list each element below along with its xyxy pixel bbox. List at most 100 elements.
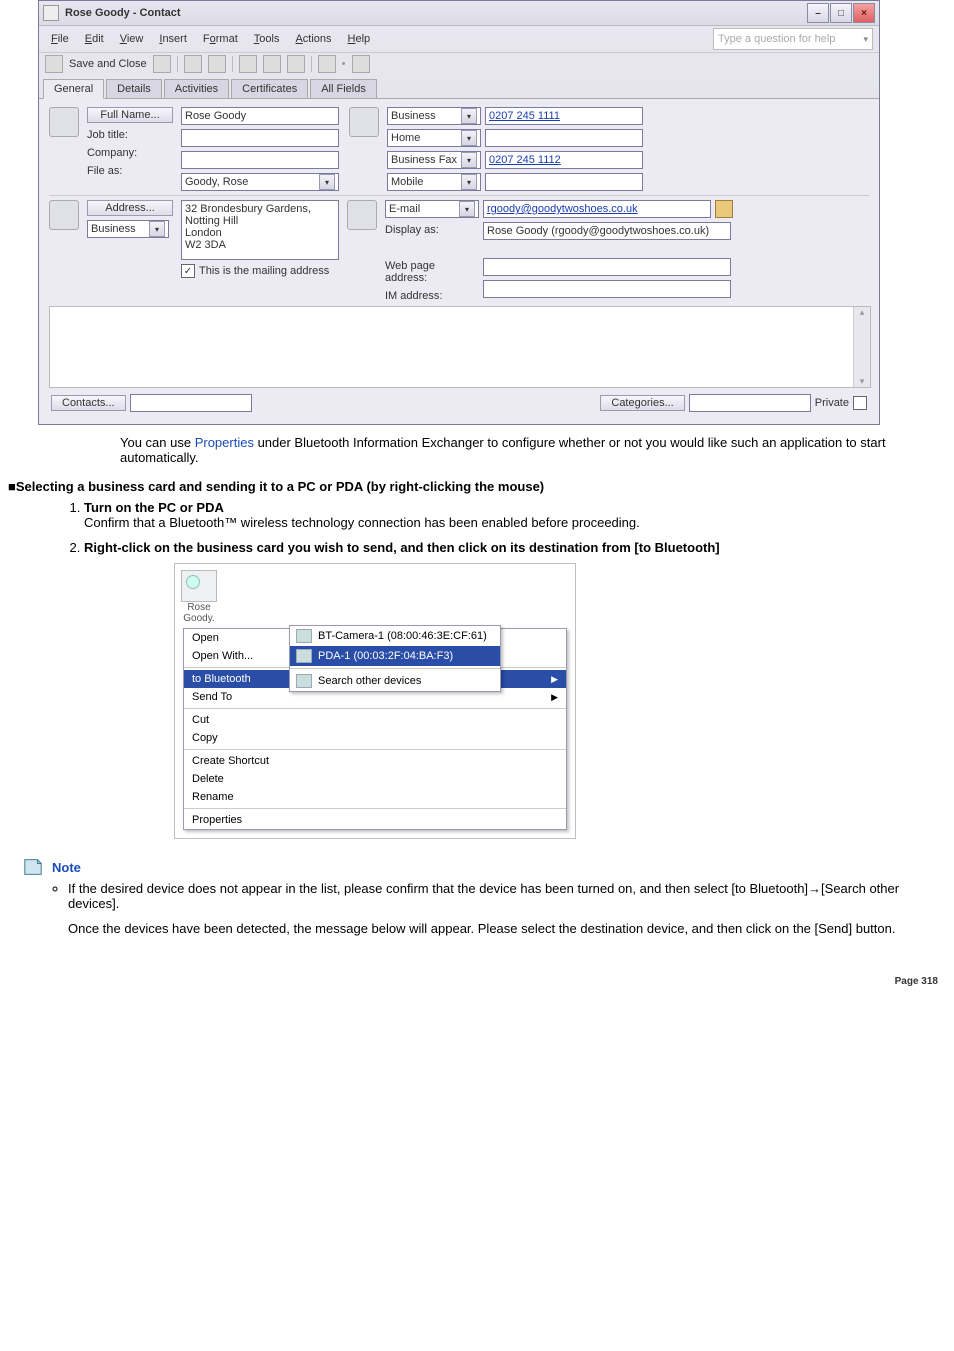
contact-head-icon [49, 107, 79, 137]
note-icon [22, 857, 44, 877]
print-icon[interactable] [184, 55, 202, 73]
phone3-type[interactable]: Business Fax▾ [387, 151, 481, 169]
mobile-phone-input[interactable] [485, 173, 643, 191]
menu-actions[interactable]: Actions [289, 31, 337, 47]
toolbar: Save and Close • [39, 52, 879, 75]
scrollbar[interactable]: ▴▾ [853, 307, 870, 387]
home-phone-input[interactable] [485, 129, 643, 147]
company-input[interactable] [181, 151, 339, 169]
dropdown-icon[interactable] [287, 55, 305, 73]
next-icon[interactable] [352, 55, 370, 73]
ctx-delete[interactable]: Delete [184, 770, 566, 788]
phone4-type[interactable]: Mobile▾ [387, 173, 481, 191]
menu-help[interactable]: Help [342, 31, 377, 47]
properties-link[interactable]: Properties [195, 435, 254, 450]
flag-icon[interactable] [239, 55, 257, 73]
bizfax-phone-input[interactable]: 0207 245 1112 [485, 151, 643, 169]
phone-icon [349, 107, 379, 137]
address-type-select[interactable]: Business▾ [87, 220, 169, 238]
prev-icon[interactable] [318, 55, 336, 73]
minimize-button[interactable]: – [807, 3, 829, 23]
email-type[interactable]: E-mail▾ [385, 200, 479, 218]
fileas-select[interactable]: Goody, Rose▾ [181, 173, 339, 191]
titlebar: Rose Goody - Contact – □ × [39, 1, 879, 26]
step-list: Turn on the PC or PDA Confirm that a Blu… [64, 500, 946, 839]
menu-tools[interactable]: Tools [248, 31, 286, 47]
web-input[interactable] [483, 258, 731, 276]
private-checkbox[interactable] [853, 396, 867, 410]
private-label: Private [815, 397, 849, 409]
save-button[interactable] [153, 55, 171, 73]
close-button[interactable]: × [853, 3, 875, 23]
fullname-button[interactable]: Full Name... [87, 107, 173, 123]
business-phone-input[interactable]: 0207 245 1111 [485, 107, 643, 125]
menu-file[interactable]: File [45, 31, 75, 47]
ctx-cut[interactable]: Cut [184, 711, 566, 729]
phone1-type[interactable]: Business▾ [387, 107, 481, 125]
tab-bar: General Details Activities Certificates … [39, 75, 879, 99]
menu-edit[interactable]: Edit [79, 31, 110, 47]
contacts-button[interactable]: Contacts... [51, 395, 126, 411]
menu-insert[interactable]: Insert [153, 31, 193, 47]
web-label: Web page address: [385, 258, 465, 284]
step1-text: Confirm that a Bluetooth™ wireless techn… [84, 515, 946, 530]
fileas-label: File as: [87, 163, 167, 177]
nav-icon[interactable] [263, 55, 281, 73]
vcard-icon: Rose Goody. [181, 570, 217, 624]
note-item-1b: Once the devices have been detected, the… [68, 921, 946, 936]
jobtitle-input[interactable] [181, 129, 339, 147]
email-input[interactable]: rgoody@goodytwoshoes.co.uk [483, 200, 711, 218]
mailing-checkbox[interactable]: ✓ This is the mailing address [181, 264, 339, 278]
addressbook-icon[interactable] [715, 200, 733, 218]
contact-window: Rose Goody - Contact – □ × File Edit Vie… [38, 0, 880, 425]
page-footer: Page 318 [8, 976, 946, 987]
pda-icon [296, 649, 312, 663]
im-label: IM address: [385, 288, 465, 302]
contacts-input[interactable] [130, 394, 252, 412]
notes-textarea[interactable]: ▴▾ [49, 306, 871, 388]
tab-allfields[interactable]: All Fields [310, 79, 377, 98]
address-button[interactable]: Address... [87, 200, 173, 216]
ctx-shortcut[interactable]: Create Shortcut [184, 752, 566, 770]
ctx-copy[interactable]: Copy [184, 729, 566, 747]
fullname-input[interactable]: Rose Goody [181, 107, 339, 125]
ctx-properties[interactable]: Properties [184, 811, 566, 829]
company-label: Company: [87, 145, 167, 159]
categories-button[interactable]: Categories... [600, 395, 684, 411]
submenu-dev1[interactable]: BT-Camera-1 (08:00:46:3E:CF:61) [290, 626, 500, 646]
maximize-button[interactable]: □ [830, 3, 852, 23]
displayas-input[interactable]: Rose Goody (rgoody@goodytwoshoes.co.uk) [483, 222, 731, 240]
menubar: File Edit View Insert Format Tools Actio… [39, 26, 879, 52]
menu-format[interactable]: Format [197, 31, 244, 47]
tab-certificates[interactable]: Certificates [231, 79, 308, 98]
note-label: Note [52, 860, 81, 875]
bluetooth-submenu: BT-Camera-1 (08:00:46:3E:CF:61) PDA-1 (0… [289, 625, 501, 692]
section-heading: ■Selecting a business card and sending i… [8, 479, 946, 494]
paragraph-properties: You can use Properties under Bluetooth I… [120, 435, 940, 465]
email-icon [347, 200, 377, 230]
menu-view[interactable]: View [114, 31, 150, 47]
submenu-search[interactable]: Search other devices [290, 671, 500, 691]
tab-activities[interactable]: Activities [164, 79, 229, 98]
tab-general[interactable]: General [43, 79, 104, 99]
save-close-button[interactable]: Save and Close [69, 58, 147, 70]
search-icon [296, 674, 312, 688]
displayas-label: Display as: [385, 222, 465, 236]
help-search-input[interactable]: Type a question for help▾ [713, 28, 873, 50]
note-item-1: If the desired device does not appear in… [68, 881, 946, 936]
save-icon[interactable] [45, 55, 63, 73]
step-2: Right-click on the business card you wis… [84, 540, 946, 839]
im-input[interactable] [483, 280, 731, 298]
note-list: If the desired device does not appear in… [48, 881, 946, 936]
ctx-rename[interactable]: Rename [184, 788, 566, 806]
address-icon [49, 200, 79, 230]
submenu-dev2[interactable]: PDA-1 (00:03:2F:04:BA:F3) [290, 646, 500, 666]
address-input[interactable]: 32 Brondesbury Gardens, Notting Hill Lon… [181, 200, 339, 260]
attach-icon[interactable] [208, 55, 226, 73]
categories-input[interactable] [689, 394, 811, 412]
step-1: Turn on the PC or PDA Confirm that a Blu… [84, 500, 946, 530]
phone2-type[interactable]: Home▾ [387, 129, 481, 147]
window-title: Rose Goody - Contact [65, 7, 181, 19]
tab-details[interactable]: Details [106, 79, 162, 98]
app-icon [43, 5, 59, 21]
